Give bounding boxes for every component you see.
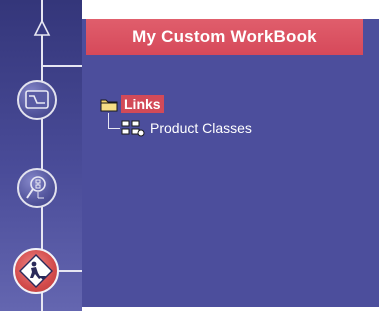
- tree-node-links-label: Links: [121, 95, 164, 113]
- panel-title: My Custom WorkBook: [86, 19, 363, 55]
- tree-node-product-classes-label: Product Classes: [150, 120, 252, 136]
- tree-node-product-classes[interactable]: Product Classes: [120, 119, 252, 137]
- tree-node-links[interactable]: Links: [100, 95, 164, 113]
- tree-connector-vertical: [108, 113, 109, 129]
- rail-branch-top: [42, 65, 82, 67]
- workbook-tree: Links Product Classes: [100, 95, 360, 155]
- construction-tool-button[interactable]: [13, 248, 59, 294]
- navigation-rail: [0, 0, 82, 311]
- tree-connector-horizontal: [108, 128, 120, 129]
- search-tree-icon: [26, 176, 46, 199]
- workbook-panel: My Custom WorkBook Links Product Classes: [82, 19, 379, 307]
- chart-tool-button[interactable]: [17, 80, 57, 120]
- folder-icon: [100, 99, 118, 111]
- search-tree-button[interactable]: [17, 168, 57, 208]
- chart-waveform-icon: [25, 90, 49, 109]
- workbook-app: My Custom WorkBook Links Product Classes: [0, 0, 385, 311]
- classes-icon: [121, 120, 145, 137]
- up-arrow-icon[interactable]: [33, 20, 51, 36]
- construction-sign-icon: [19, 254, 53, 288]
